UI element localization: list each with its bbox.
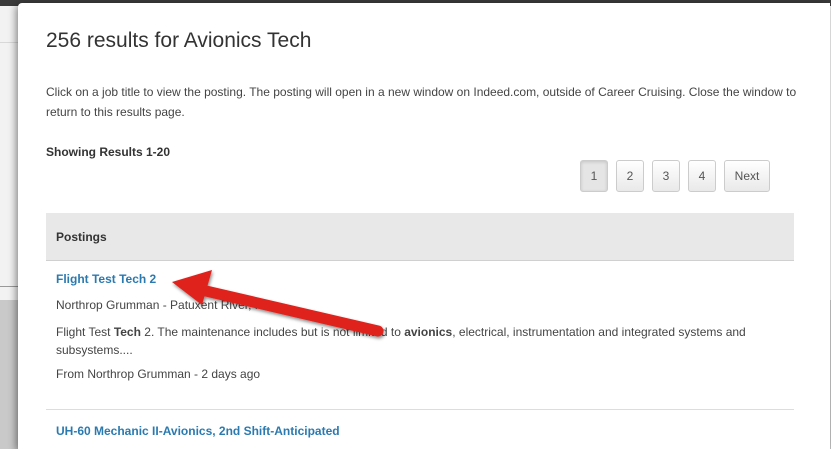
- results-modal: 256 results for Avionics Tech Click on a…: [18, 3, 830, 449]
- page-button-2[interactable]: 2: [616, 160, 644, 192]
- job-snippet: Flight Test Tech 2. The maintenance incl…: [56, 323, 791, 359]
- snippet-highlight: avionics: [404, 325, 453, 339]
- job-title-link[interactable]: Flight Test Tech 2: [56, 269, 156, 289]
- page-button-3[interactable]: 3: [652, 160, 680, 192]
- job-company: Northrop Grumman - Patuxent River, MD: [56, 298, 274, 312]
- results-count: Showing Results 1-20: [46, 145, 171, 159]
- instructions-text: Click on a job title to view the posting…: [46, 85, 797, 119]
- snippet-highlight: Tech: [113, 325, 141, 339]
- list-item: Flight Test Tech 2 Northrop Grumman - Pa…: [46, 269, 794, 383]
- page-button-4[interactable]: 4: [688, 160, 716, 192]
- snippet-text: Flight Test: [56, 325, 114, 339]
- postings-header: Postings: [46, 213, 794, 261]
- list-item: UH-60 Mechanic II-Avionics, 2nd Shift-An…: [46, 421, 794, 441]
- list-divider: [46, 409, 794, 410]
- job-source: From Northrop Grumman - 2 days ago: [56, 367, 261, 381]
- snippet-text: 2. The maintenance includes but is not l…: [140, 325, 405, 339]
- page-button-1[interactable]: 1: [580, 160, 608, 192]
- next-page-button[interactable]: Next: [724, 160, 770, 192]
- page-title: 256 results for Avionics Tech: [46, 29, 312, 52]
- pagination: 1 2 3 4 Next: [580, 160, 770, 192]
- job-title-link[interactable]: UH-60 Mechanic II-Avionics, 2nd Shift-An…: [56, 421, 340, 441]
